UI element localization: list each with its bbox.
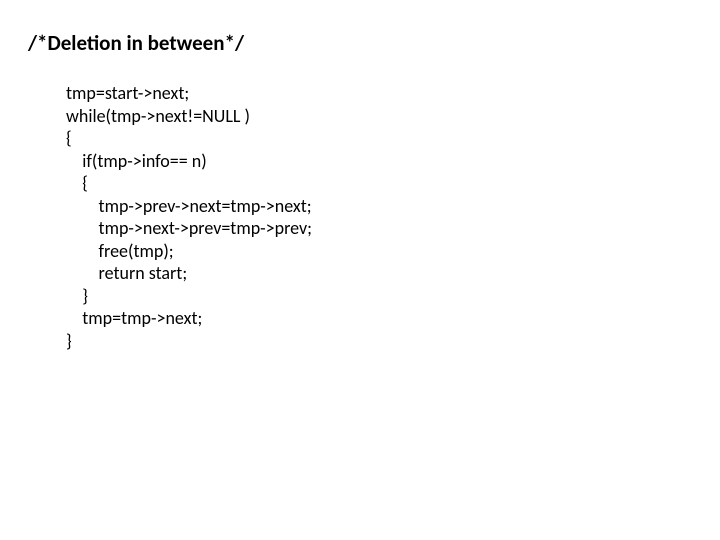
code-snippet: tmp=start->next; while(tmp->next!=NULL )… bbox=[66, 82, 692, 352]
slide-title: /*Deletion in between*/ bbox=[28, 30, 692, 56]
slide: /*Deletion in between*/ tmp=start->next;… bbox=[0, 0, 720, 540]
